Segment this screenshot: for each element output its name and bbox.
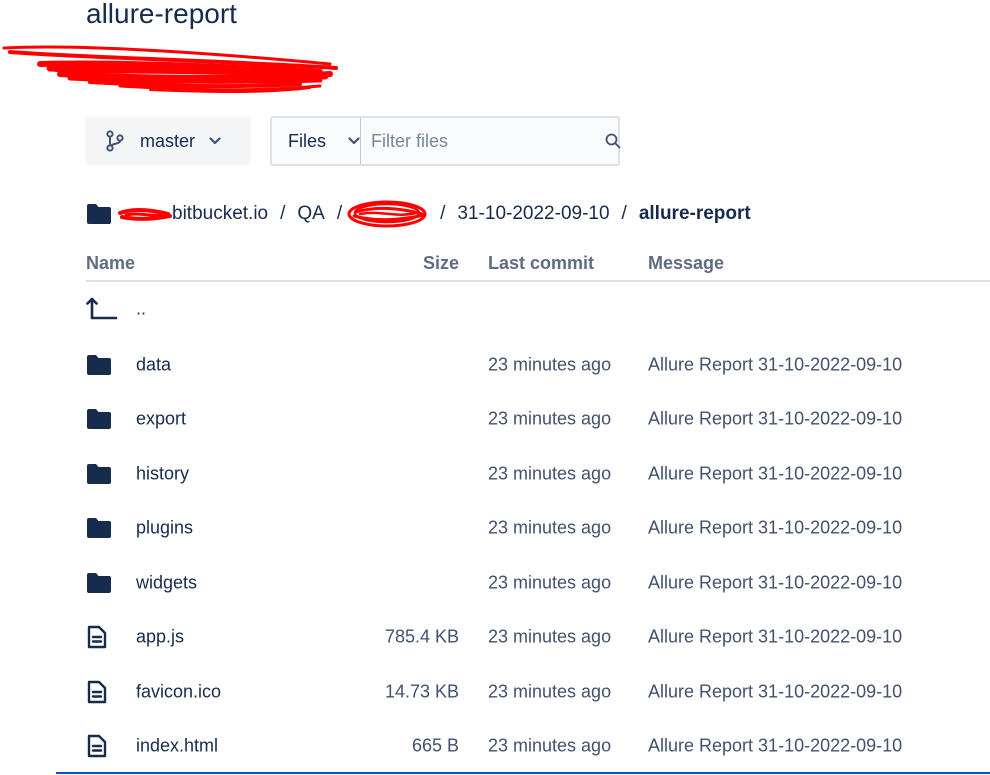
breadcrumb-separator: / [280,203,286,224]
folder-icon [86,572,112,594]
last-commit: 23 minutes ago [488,517,612,538]
last-commit: 23 minutes ago [488,408,612,429]
file-size: 14.73 KB [384,681,459,702]
breadcrumb-root-label: bitbucket.io [172,203,269,224]
table-row[interactable]: widgets 23 minutes ago Allure Report 31-… [86,556,990,610]
file-name[interactable]: data [136,355,171,376]
breadcrumb-item-redacted[interactable] [346,200,428,228]
column-header-name[interactable]: Name [86,253,135,274]
file-icon [86,734,108,758]
file-name[interactable]: favicon.ico [136,682,221,703]
folder-icon [86,408,112,430]
table-row[interactable]: history 23 minutes ago Allure Report 31-… [86,447,990,501]
file-name[interactable]: app.js [136,627,184,648]
commit-message[interactable]: Allure Report 31-10-2022-09-10 [648,355,902,376]
parent-directory-row[interactable]: .. [86,282,990,336]
branch-selector[interactable]: master [86,117,250,165]
last-commit: 23 minutes ago [488,463,612,484]
last-commit: 23 minutes ago [488,681,612,702]
file-size: 665 B [411,735,459,756]
breadcrumb-separator: / [440,203,446,224]
folder-icon [86,203,112,225]
commit-message[interactable]: Allure Report 31-10-2022-09-10 [648,518,902,539]
table-row[interactable]: plugins 23 minutes ago Allure Report 31-… [86,501,990,555]
bottom-divider [56,772,990,774]
breadcrumb-item-date[interactable]: 31-10-2022-09-10 [457,203,609,225]
branch-name: master [140,130,196,151]
file-filter: Files [270,116,621,166]
parent-directory-icon [86,296,118,322]
breadcrumb-separator: / [336,203,343,224]
breadcrumb: bitbucket.io / QA / / 31-10-2022-09-10 /… [86,200,751,228]
page: allure-report master Files Filter files … [0,0,990,775]
commit-message[interactable]: Allure Report 31-10-2022-09-10 [648,682,902,703]
file-size: 785.4 KB [384,626,459,647]
parent-directory-link[interactable]: .. [136,299,146,320]
last-commit: 23 minutes ago [488,735,612,756]
file-icon [86,625,108,649]
file-name[interactable]: index.html [136,736,218,757]
breadcrumb-redaction [116,204,172,224]
breadcrumb-item-qa[interactable]: QA [297,203,324,225]
chevron-down-icon [348,137,360,145]
filter-files-input[interactable] [361,117,606,165]
file-icon [86,680,108,704]
table-row[interactable]: export 23 minutes ago Allure Report 31-1… [86,392,990,446]
folder-icon [86,517,112,539]
commit-message[interactable]: Allure Report 31-10-2022-09-10 [648,573,902,594]
commit-message[interactable]: Allure Report 31-10-2022-09-10 [648,409,902,430]
table-row[interactable]: app.js 785.4 KB 23 minutes ago Allure Re… [86,610,990,664]
commit-message[interactable]: Allure Report 31-10-2022-09-10 [648,464,902,485]
repo-title: allure-report [86,0,237,29]
file-name[interactable]: widgets [136,573,197,594]
branch-icon [106,130,124,152]
description-redaction [2,45,338,93]
commit-message[interactable]: Allure Report 31-10-2022-09-10 [648,736,902,757]
column-header-last-commit[interactable]: Last commit [488,253,594,274]
column-header-size[interactable]: Size [423,253,459,274]
column-header-message[interactable]: Message [648,253,724,274]
folder-icon [86,463,112,485]
commit-message[interactable]: Allure Report 31-10-2022-09-10 [648,627,902,648]
filter-type-dropdown[interactable]: Files [272,118,362,164]
last-commit: 23 minutes ago [488,354,612,375]
file-name[interactable]: history [136,464,189,485]
file-name[interactable]: export [136,409,186,430]
breadcrumb-current: allure-report [638,203,751,224]
breadcrumb-separator: / [621,203,627,224]
file-table-header: Name Size Last commit Message [86,250,990,282]
folder-icon [86,354,112,376]
file-name[interactable]: plugins [136,518,193,539]
last-commit: 23 minutes ago [488,572,612,593]
breadcrumb-root[interactable]: bitbucket.io [116,203,268,225]
search-icon[interactable] [605,133,621,149]
chevron-down-icon [209,137,221,145]
filter-type-label: Files [288,130,327,151]
last-commit: 23 minutes ago [488,626,612,647]
table-row[interactable]: data 23 minutes ago Allure Report 31-10-… [86,338,990,392]
table-row[interactable]: index.html 665 B 23 minutes ago Allure R… [86,719,990,773]
table-row[interactable]: favicon.ico 14.73 KB 23 minutes ago Allu… [86,665,990,719]
